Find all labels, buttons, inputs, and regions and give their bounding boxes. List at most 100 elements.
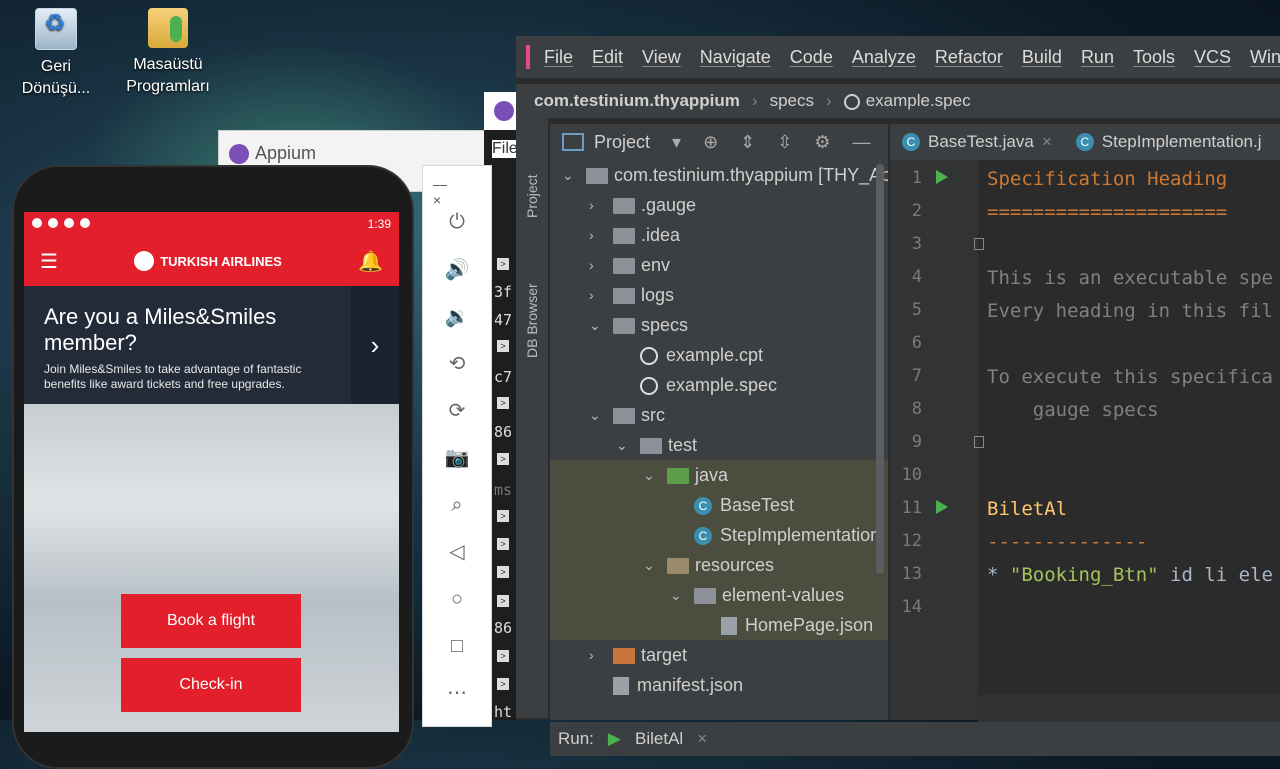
tree-item[interactable]: ⌄ java (550, 460, 888, 490)
run-gutter-icon[interactable] (936, 170, 948, 184)
tree-item[interactable]: C BaseTest (550, 490, 888, 520)
tree-item[interactable]: ⌄ element-values (550, 580, 888, 610)
tree-item[interactable]: › env (550, 250, 888, 280)
menu-icon[interactable]: ☰ (40, 249, 58, 274)
menu-navigate[interactable]: Navigate (700, 47, 771, 68)
tree-item[interactable]: › .gauge (550, 190, 888, 220)
bell-icon[interactable]: 🔔 (358, 249, 383, 274)
chevron-right-icon[interactable]: › (589, 640, 603, 670)
db-browser-tool-tab[interactable]: DB Browser (524, 283, 540, 358)
scrollbar[interactable] (876, 164, 884, 574)
terminal-prompt-icon: > (497, 595, 509, 607)
expand-all-icon[interactable]: ⇕ (740, 132, 755, 153)
tree-item[interactable]: ⌄ test (550, 430, 888, 460)
collapse-all-icon[interactable]: ⇳ (777, 132, 792, 153)
menu-window[interactable]: Win (1250, 47, 1280, 68)
chevron-down-icon[interactable]: ⌄ (562, 160, 576, 190)
menu-analyze[interactable]: Analyze (852, 47, 916, 68)
zoom-button[interactable]: ⌕ (443, 491, 471, 519)
chevron-down-icon[interactable]: ⌄ (643, 460, 657, 490)
menu-vcs[interactable]: VCS (1194, 47, 1231, 68)
chevron-right-icon[interactable]: › (351, 286, 399, 404)
project-tool-tab[interactable]: Project (524, 174, 540, 218)
tree-item[interactable]: example.spec (550, 370, 888, 400)
breadcrumb-project[interactable]: com.testinium.thyappium (534, 91, 740, 111)
chevron-down-icon[interactable]: ⌄ (616, 430, 630, 460)
home-button[interactable]: ○ (443, 585, 471, 613)
tab-basetest[interactable]: C BaseTest.java × (890, 124, 1064, 160)
more-button[interactable]: ⋯ (443, 679, 471, 707)
tree-item[interactable]: HomePage.json (550, 610, 888, 640)
code-line[interactable]: BiletAl (987, 498, 1067, 520)
close-icon[interactable]: × (1042, 132, 1052, 152)
code-line[interactable]: gauge specs (987, 399, 1159, 421)
chevron-right-icon[interactable]: › (589, 190, 603, 220)
chevron-right-icon[interactable]: › (589, 280, 603, 310)
tree-item[interactable]: › .idea (550, 220, 888, 250)
chevron-down-icon[interactable]: ⌄ (589, 400, 603, 430)
power-button[interactable]: ⏻ (443, 208, 471, 236)
close-icon[interactable]: × (697, 729, 707, 749)
desktop-icon-recycle-bin[interactable]: Geri Dönüşü... (8, 0, 104, 100)
fold-icon[interactable] (974, 436, 984, 448)
chevron-down-icon[interactable]: ⌄ (670, 580, 684, 610)
fold-icon[interactable] (974, 238, 984, 250)
menu-run[interactable]: Run (1081, 47, 1114, 68)
gear-icon[interactable]: ⚙ (814, 132, 830, 153)
check-in-button[interactable]: Check-in (121, 658, 301, 712)
screenshot-button[interactable]: 📷 (443, 444, 471, 472)
tree-item-label: HomePage.json (745, 615, 874, 635)
tree-item[interactable]: ⌄ src (550, 400, 888, 430)
run-gutter-icon[interactable] (936, 500, 948, 514)
chevron-down-icon[interactable]: ▾ (672, 132, 681, 153)
tree-item-label: element-values (722, 585, 845, 605)
code-line[interactable]: Specification Heading (987, 168, 1227, 190)
rotate-left-button[interactable]: ⟲ (443, 350, 471, 378)
rotate-right-button[interactable]: ⟳ (443, 397, 471, 425)
hide-panel-icon[interactable]: — (853, 132, 871, 153)
project-view-icon (562, 133, 584, 151)
close-button[interactable]: × (433, 192, 441, 208)
code-line[interactable]: ===================== (987, 201, 1227, 223)
menu-edit[interactable]: Edit (592, 47, 623, 68)
code-line[interactable]: * "Booking_Btn" id li ele (987, 564, 1273, 586)
project-view-selector[interactable]: Project (594, 132, 650, 153)
code-line[interactable]: This is an executable spe (987, 267, 1273, 289)
terminal-file-menu[interactable]: File (492, 140, 518, 158)
tree-item[interactable]: example.cpt (550, 340, 888, 370)
breadcrumb-file[interactable]: example.spec (843, 91, 971, 111)
code-line[interactable]: Every heading in this fil (987, 300, 1273, 322)
book-flight-button[interactable]: Book a flight (121, 594, 301, 648)
menu-refactor[interactable]: Refactor (935, 47, 1003, 68)
overview-button[interactable]: □ (443, 632, 471, 660)
tree-item[interactable]: manifest.json (550, 670, 888, 700)
back-button[interactable]: ◁ (443, 538, 471, 566)
phone-screen[interactable]: 1:39 ☰ TURKISH AIRLINES 🔔 Are you a Mile… (24, 212, 399, 732)
menu-code[interactable]: Code (790, 47, 833, 68)
miles-banner[interactable]: Are you a Miles&Smiles member? Join Mile… (24, 286, 399, 404)
tab-stepimplementation[interactable]: C StepImplementation.j (1064, 124, 1274, 160)
volume-down-button[interactable]: 🔉 (443, 303, 471, 331)
code-line[interactable]: To execute this specifica (987, 366, 1273, 388)
menu-build[interactable]: Build (1022, 47, 1062, 68)
chevron-down-icon[interactable]: ⌄ (589, 310, 603, 340)
chevron-down-icon[interactable]: ⌄ (643, 550, 657, 580)
tree-item[interactable]: ⌄ resources (550, 550, 888, 580)
tree-item[interactable]: C StepImplementation (550, 520, 888, 550)
desktop-icon-programs[interactable]: Masaüstü Programları (120, 0, 216, 98)
chevron-right-icon[interactable]: › (589, 220, 603, 250)
volume-up-button[interactable]: 🔊 (443, 256, 471, 284)
tree-item[interactable]: ⌄ specs (550, 310, 888, 340)
code-line[interactable]: -------------- (987, 531, 1147, 553)
menu-view[interactable]: View (642, 47, 681, 68)
locate-icon[interactable]: ⊕ (703, 132, 718, 153)
menu-tools[interactable]: Tools (1133, 47, 1175, 68)
run-config-tab[interactable]: BiletAl (635, 729, 683, 749)
tree-item[interactable]: › logs (550, 280, 888, 310)
tree-item[interactable]: › target (550, 640, 888, 670)
minimize-button[interactable]: — (433, 176, 447, 192)
breadcrumb-folder[interactable]: specs (770, 91, 814, 111)
tree-item[interactable]: ⌄ com.testinium.thyappium [THY_Ap (550, 160, 888, 190)
chevron-right-icon[interactable]: › (589, 250, 603, 280)
menu-file[interactable]: File (544, 47, 573, 68)
